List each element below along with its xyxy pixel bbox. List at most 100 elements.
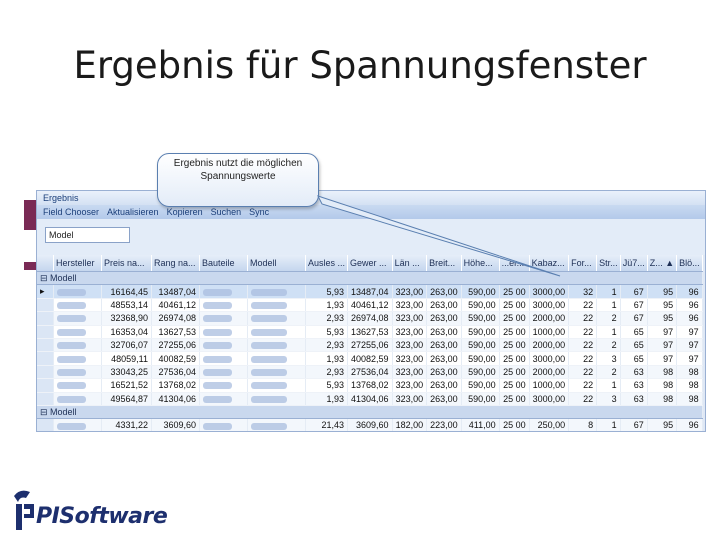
- table-cell: 97: [647, 351, 678, 366]
- table-row[interactable]: 16521,52 13768,02 5,93 13768,02 323,00 263,00…: [37, 378, 703, 393]
- table-cell: 1: [596, 298, 621, 313]
- column-header[interactable]: Kabaz...: [529, 255, 570, 272]
- table-cell: 22: [568, 325, 598, 339]
- column-header[interactable]: Str...: [596, 255, 621, 272]
- table-cell: 22: [568, 365, 598, 380]
- table-cell: 95: [647, 418, 678, 431]
- accent-bar: [24, 200, 36, 230]
- column-header[interactable]: Modell: [247, 255, 306, 272]
- table-cell: 323,00: [392, 325, 428, 339]
- column-header[interactable]: Z... ▲: [647, 255, 678, 272]
- table-row[interactable]: ▸ 16164,45 13487,04 5,93 13487,04 323,00 263,0…: [37, 284, 703, 299]
- table-cell: 2: [596, 365, 621, 380]
- table-row[interactable]: 33043,25 27536,04 2,93 27536,04 323,00 263,00…: [37, 365, 703, 380]
- row-indicator[interactable]: [37, 325, 54, 339]
- table-cell: 263,00: [426, 311, 462, 326]
- table-cell: 40082,59: [151, 351, 200, 366]
- table-cell: 63: [620, 392, 648, 406]
- table-row[interactable]: 49564,87 41304,06 1,93 41304,06 323,00 263,00…: [37, 392, 703, 406]
- group-chip-model[interactable]: Model: [45, 227, 130, 243]
- table-cell: 323,00: [392, 338, 428, 353]
- table-cell: 22: [568, 378, 598, 393]
- cell-model-redacted: [247, 284, 306, 299]
- row-indicator[interactable]: [37, 418, 54, 431]
- column-header[interactable]: Hersteller: [53, 255, 102, 272]
- cell-component-redacted: [199, 392, 248, 406]
- result-grid: Hersteller Preis na... Rang na... Bauteile M…: [37, 255, 703, 431]
- table-cell: 263,00: [426, 284, 462, 299]
- table-cell: 96: [676, 418, 703, 431]
- table-cell: 2: [596, 311, 621, 326]
- row-indicator[interactable]: [37, 351, 54, 366]
- grid-header-row: Hersteller Preis na... Rang na... Bauteile M…: [37, 255, 703, 272]
- refresh-button[interactable]: Aktualisieren: [107, 205, 159, 219]
- table-row[interactable]: 48059,11 40082,59 1,93 40082,59 323,00 263,00…: [37, 351, 703, 366]
- table-cell: 95: [647, 311, 678, 326]
- column-header[interactable]: Jü7...: [620, 255, 648, 272]
- row-indicator[interactable]: [37, 298, 54, 313]
- row-indicator[interactable]: [37, 378, 54, 393]
- table-cell: 25 00: [499, 351, 530, 366]
- row-indicator[interactable]: ▸: [37, 284, 54, 299]
- table-cell: 25 00: [499, 378, 530, 393]
- cell-component-redacted: [199, 284, 248, 299]
- row-indicator[interactable]: [37, 365, 54, 380]
- table-cell: 22: [568, 298, 598, 313]
- cell-manufacturer-redacted: [53, 298, 102, 313]
- table-cell: 25 00: [499, 418, 530, 431]
- table-cell: 2,93: [305, 338, 349, 353]
- table-cell: 65: [620, 325, 648, 339]
- table-row[interactable]: 32706,07 27255,06 2,93 27255,06 323,00 263,00…: [37, 338, 703, 353]
- row-indicator[interactable]: [37, 311, 54, 326]
- table-row[interactable]: 32368,90 26974,08 2,93 26974,08 323,00 263,00…: [37, 311, 703, 326]
- field-chooser-button[interactable]: Field Chooser: [43, 205, 99, 219]
- table-cell: 263,00: [426, 392, 462, 406]
- group-row[interactable]: ⊟ Modell: [37, 405, 703, 420]
- row-indicator[interactable]: [37, 392, 54, 406]
- table-cell: 590,00: [461, 351, 500, 366]
- column-header[interactable]: Rang na...: [151, 255, 200, 272]
- table-cell: 263,00: [426, 325, 462, 339]
- table-cell: 13487,04: [151, 284, 200, 299]
- column-header[interactable]: Bauteile: [199, 255, 248, 272]
- table-cell: 323,00: [392, 365, 428, 380]
- column-header[interactable]: Breit...: [426, 255, 462, 272]
- toolbar: Field Chooser Aktualisieren Kopieren Suc…: [37, 205, 705, 219]
- cell-model-redacted: [247, 338, 306, 353]
- sync-button[interactable]: Sync: [249, 205, 269, 219]
- table-cell: 323,00: [392, 311, 428, 326]
- table-cell: 67: [620, 298, 648, 313]
- table-cell: 26974,08: [151, 311, 200, 326]
- group-row[interactable]: ⊟ Modell: [37, 271, 703, 286]
- table-cell: 263,00: [426, 351, 462, 366]
- cell-model-redacted: [247, 378, 306, 393]
- table-row[interactable]: 16353,04 13627,53 5,93 13627,53 323,00 263,00…: [37, 325, 703, 339]
- table-row[interactable]: 4331,22 3609,60 21,43 3609,60 182,00 223,00 41…: [37, 418, 703, 431]
- table-cell: 65: [620, 338, 648, 353]
- column-header[interactable]: Län ...: [392, 255, 428, 272]
- column-header[interactable]: Preis na...: [101, 255, 152, 272]
- column-header[interactable]: Ausles ...: [305, 255, 349, 272]
- table-cell: 1,93: [305, 351, 349, 366]
- table-cell: 2000,00: [529, 311, 570, 326]
- column-header[interactable]: For...: [568, 255, 598, 272]
- table-cell: 32368,90: [101, 311, 152, 326]
- column-header[interactable]: Höhe...: [461, 255, 500, 272]
- column-header[interactable]: ...er...: [499, 255, 530, 272]
- cell-component-redacted: [199, 311, 248, 326]
- search-button[interactable]: Suchen: [211, 205, 242, 219]
- table-row[interactable]: 48553,14 40461,12 1,93 40461,12 323,00 263,00…: [37, 298, 703, 313]
- column-header[interactable]: Gewer ...: [347, 255, 393, 272]
- table-cell: 13768,02: [347, 378, 393, 393]
- group-by-panel: Model: [37, 219, 705, 255]
- copy-button[interactable]: Kopieren: [167, 205, 203, 219]
- row-indicator[interactable]: [37, 338, 54, 353]
- table-cell: 3609,60: [151, 418, 200, 431]
- table-cell: 25 00: [499, 311, 530, 326]
- table-cell: 1,93: [305, 392, 349, 406]
- window-title: Ergebnis: [37, 191, 705, 205]
- column-header[interactable]: Blö...: [676, 255, 703, 272]
- table-cell: 590,00: [461, 311, 500, 326]
- table-cell: 4331,22: [101, 418, 152, 431]
- table-cell: 1000,00: [529, 325, 570, 339]
